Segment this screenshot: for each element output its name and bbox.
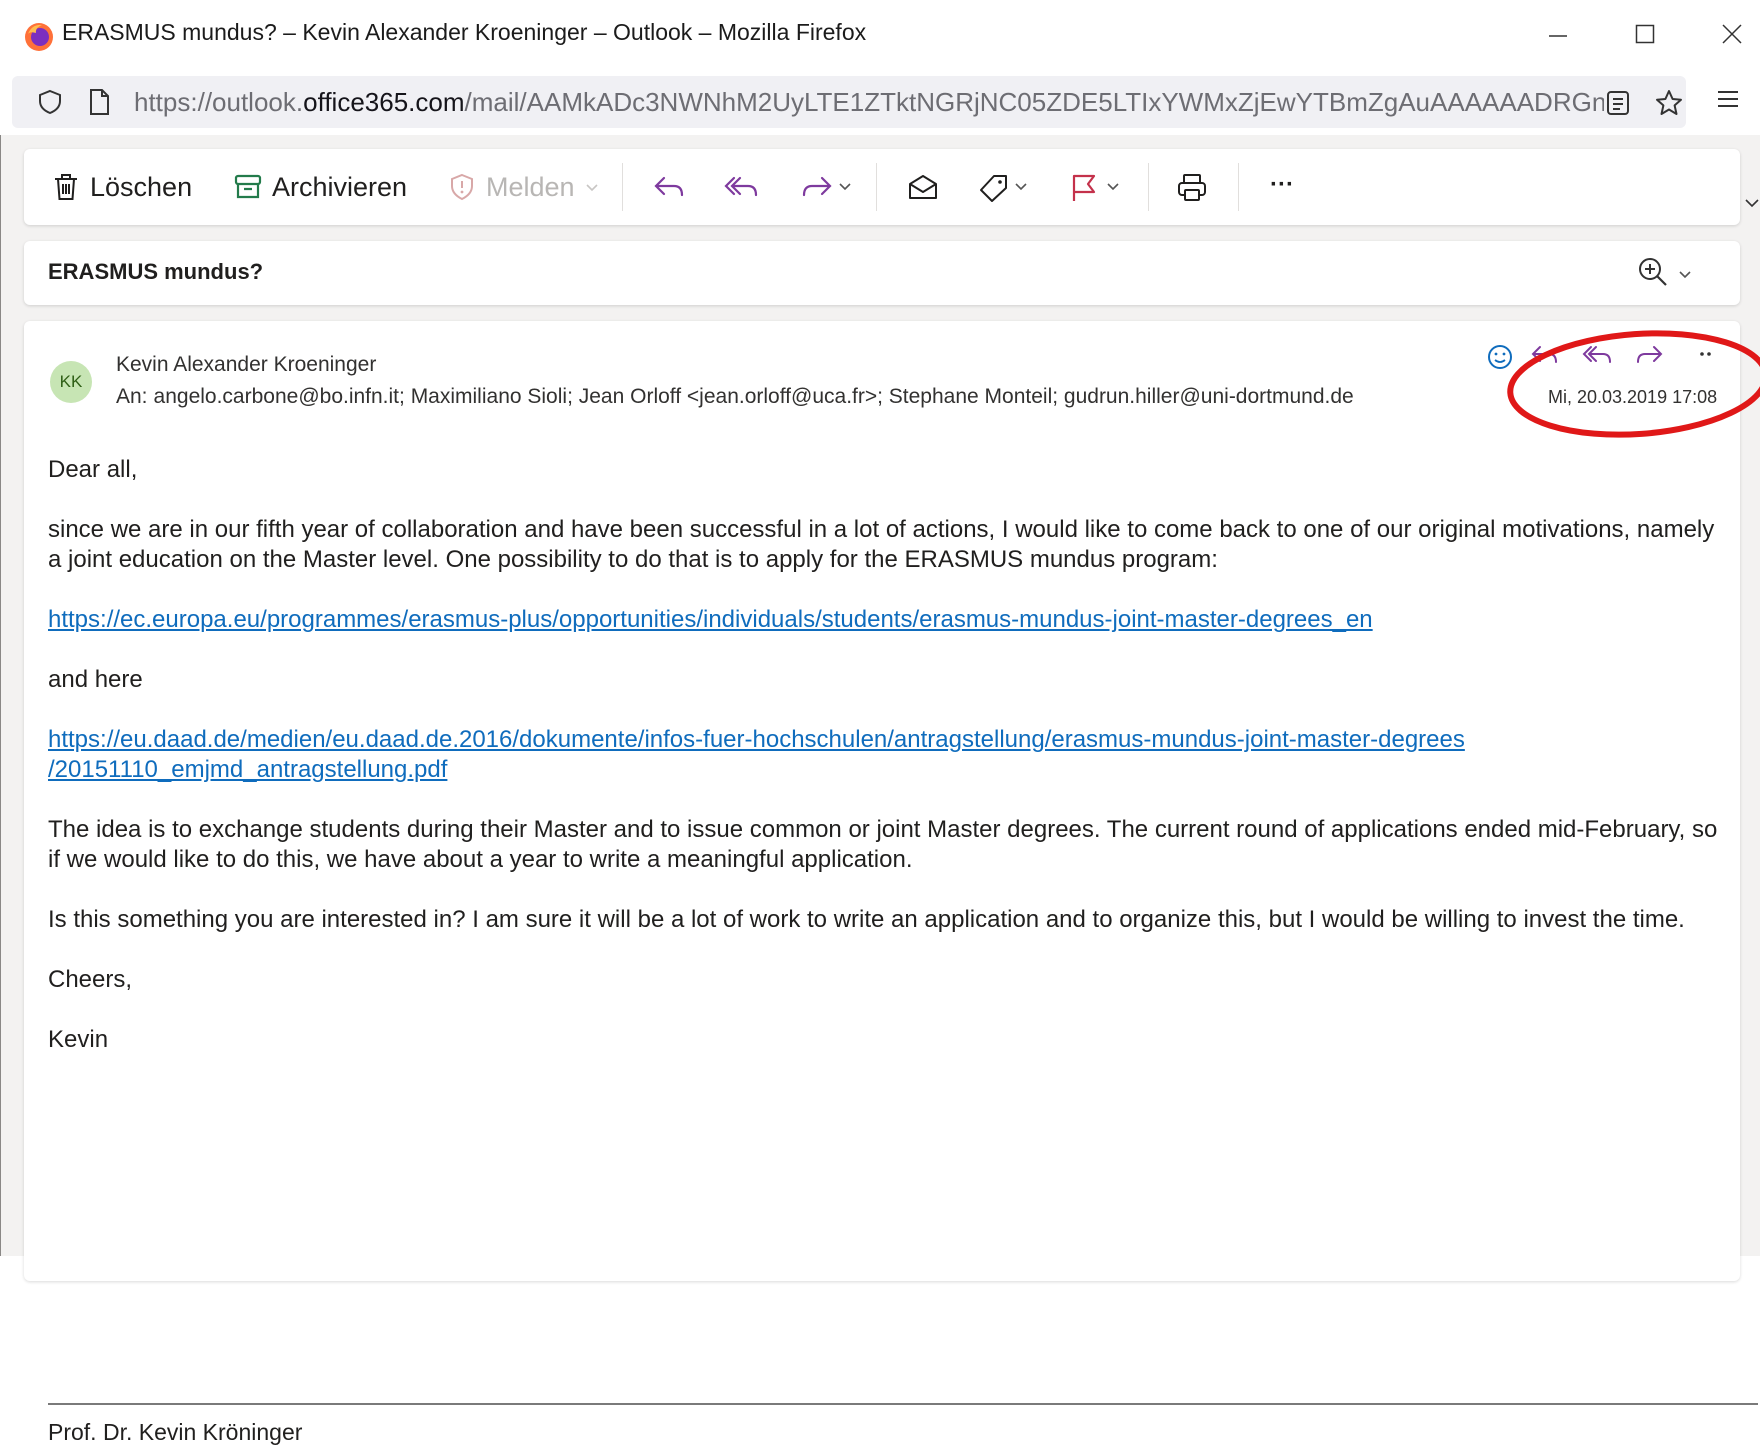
body-paragraph: and here (48, 666, 143, 693)
mark-read-icon[interactable] (906, 173, 940, 201)
body-paragraph: The idea is to exchange students during … (48, 816, 1718, 873)
url-path: /mail/AAMkADc3NWNhM2UyLTE1ZTktNGRjNC05ZD… (464, 87, 1604, 117)
avatar[interactable]: KK (50, 361, 92, 403)
bookmark-star-icon[interactable] (1654, 88, 1684, 118)
address-bar[interactable]: https://outlook.office365.com/mail/AAMkA… (12, 76, 1686, 128)
body-greeting: Dear all, (48, 456, 138, 483)
delete-button[interactable]: Löschen (52, 161, 192, 213)
warning-shield-icon (451, 173, 473, 201)
command-toolbar: Löschen Archivieren Melden ··· (24, 149, 1740, 225)
browser-title-bar: ERASMUS mundus? – Kevin Alexander Kroeni… (0, 0, 1760, 68)
body-paragraph: since we are in our fifth year of collab… (48, 516, 1715, 573)
daad-link-line-2: /20151110_emjmd_antragstellung.pdf (48, 756, 448, 783)
chevron-down-icon (585, 184, 598, 192)
body-name: Kevin (48, 1026, 109, 1053)
flag-icon[interactable] (1070, 173, 1126, 203)
recipients-line: An: angelo.carbone@bo.infn.it; Maximilian… (116, 385, 1354, 409)
sender-name[interactable]: Kevin Alexander Kroeninger (116, 353, 376, 377)
page-info-icon[interactable] (86, 88, 112, 116)
navigation-toolbar: https://outlook.office365.com/mail/AAMkA… (0, 68, 1760, 135)
body-link-paragraph: https://eu.daad.de/medien/eu.daad.de.201… (48, 725, 1728, 785)
outlook-reading-pane: Löschen Archivieren Melden ··· ERASMUS m… (0, 135, 1760, 1445)
shield-icon[interactable] (36, 88, 64, 116)
recipients-label: An: (116, 385, 148, 408)
report-label: Melden (486, 171, 575, 202)
red-annotation-circle (1498, 328, 1760, 440)
reader-view-icon[interactable] (1606, 90, 1630, 116)
close-window-button[interactable] (1704, 12, 1760, 56)
hamburger-menu-icon[interactable] (1716, 88, 1740, 110)
toolbar-divider (876, 163, 877, 211)
firefox-logo-icon (24, 22, 54, 52)
minimize-button[interactable] (1530, 12, 1586, 56)
toolbar-divider (1148, 163, 1149, 211)
url-host: office365.com (303, 87, 465, 117)
body-paragraph: Is this something you are interested in?… (48, 906, 1685, 933)
signature-name: Prof. Dr. Kevin Kröninger (48, 1419, 303, 1445)
archive-button[interactable]: Archivieren (234, 161, 407, 213)
erasmus-link[interactable]: https://ec.europa.eu/programmes/erasmus-… (48, 606, 1373, 633)
more-actions-button[interactable]: ··· (1270, 159, 1294, 211)
window-edge (0, 135, 1, 1256)
delete-label: Löschen (90, 171, 193, 202)
zoom-icon[interactable] (1636, 255, 1700, 291)
forward-icon[interactable] (800, 173, 856, 201)
body-link-paragraph: https://ec.europa.eu/programmes/erasmus-… (48, 605, 1728, 635)
maximize-button[interactable] (1617, 12, 1673, 56)
report-button[interactable]: Melden (448, 161, 599, 213)
archive-icon (234, 174, 262, 199)
message-card: KK Kevin Alexander Kroeninger An: angelo.… (24, 321, 1758, 1445)
toolbar-divider (622, 163, 623, 211)
recipients-list[interactable]: angelo.carbone@bo.infn.it; Maximiliano S… (154, 385, 1354, 408)
chevron-down-icon[interactable] (1744, 197, 1760, 209)
archive-label: Archivieren (272, 171, 408, 202)
url-scheme: https://outlook. (134, 87, 304, 117)
daad-link[interactable]: https://eu.daad.de/medien/eu.daad.de.201… (48, 726, 1465, 783)
toolbar-divider (1238, 163, 1239, 211)
url-text[interactable]: https://outlook.office365.com/mail/AAMkA… (134, 87, 1604, 118)
message-subject: ERASMUS mundus? (48, 259, 264, 284)
message-body: Dear all, since we are in our fifth year… (48, 455, 1728, 1085)
subject-header: ERASMUS mundus? (24, 241, 1740, 305)
body-closing: Cheers, (48, 966, 133, 993)
signature-divider (48, 1403, 1758, 1405)
reply-all-icon[interactable] (724, 173, 760, 201)
window-title: ERASMUS mundus? – Kevin Alexander Kroeni… (62, 19, 867, 45)
reply-icon[interactable] (652, 173, 686, 201)
daad-link-line-1: https://eu.daad.de/medien/eu.daad.de.201… (48, 726, 1465, 753)
tag-icon[interactable] (978, 173, 1034, 203)
print-icon[interactable] (1176, 173, 1208, 203)
trash-icon (55, 174, 77, 200)
